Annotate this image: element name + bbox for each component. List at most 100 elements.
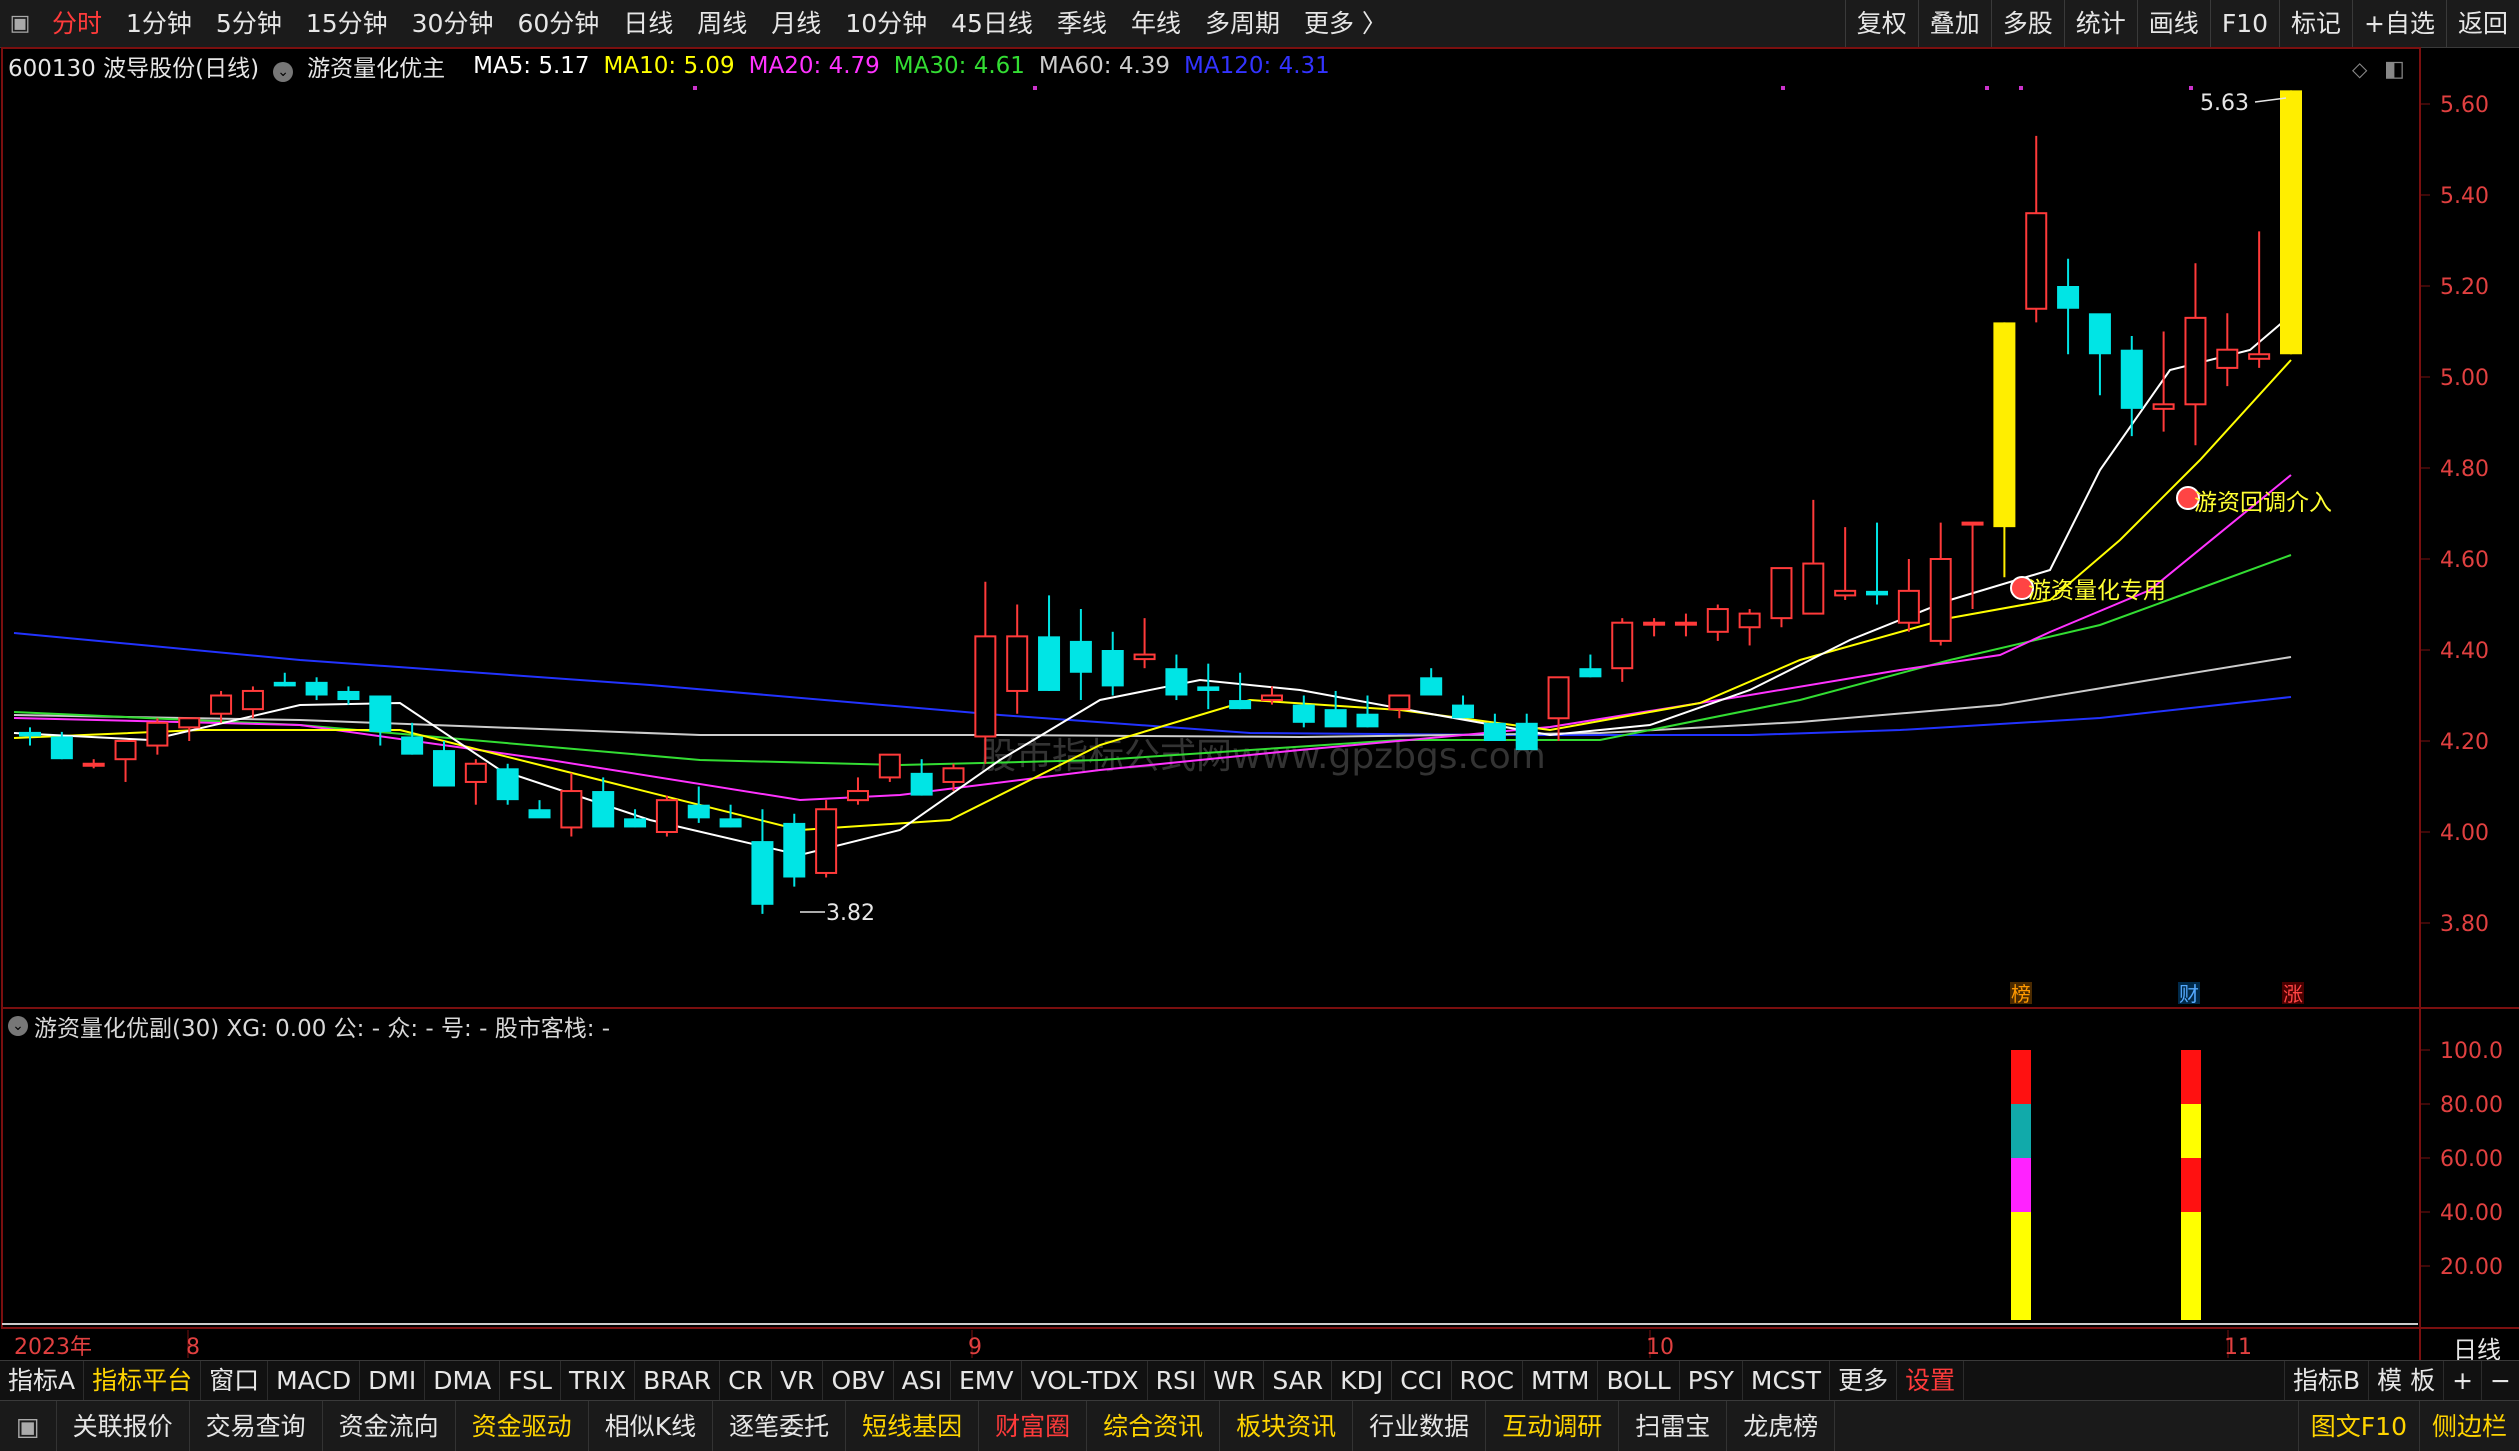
high-price-label: 5.63 xyxy=(2200,91,2249,116)
function-right-1[interactable]: 侧边栏 xyxy=(2418,1401,2519,1451)
sub-panel-frame xyxy=(1,1007,2421,1329)
candle-52 xyxy=(1674,613,1697,637)
function-button-13[interactable]: 龙虎榜 xyxy=(1727,1400,1836,1451)
indicator-right-1[interactable]: 模 板 xyxy=(2368,1361,2443,1401)
marker-rise[interactable]: 涨 xyxy=(2283,982,2303,1006)
indicator-right-3[interactable]: − xyxy=(2481,1361,2519,1401)
indicator-right-2[interactable]: + xyxy=(2443,1361,2481,1401)
svg-text:8: 8 xyxy=(186,1335,200,1360)
marker-finance[interactable]: 财 xyxy=(2179,982,2199,1006)
indicator-tab-7[interactable]: TRIX xyxy=(561,1360,636,1401)
indicator-tab-19[interactable]: CCI xyxy=(1392,1360,1452,1401)
candle-56 xyxy=(1802,499,1825,615)
indicator-tab-23[interactable]: PSY xyxy=(1680,1360,1743,1401)
candle-68 xyxy=(2184,263,2207,446)
sub-indicator-bars xyxy=(2,1050,2418,1325)
candle-14 xyxy=(464,759,487,805)
function-right-0[interactable]: 图文F10 xyxy=(2297,1401,2419,1451)
panel-toggle-icon[interactable]: ◧ xyxy=(2384,57,2405,82)
indicator-tab-16[interactable]: WR xyxy=(1205,1360,1265,1401)
price-tick-6: 4.40 xyxy=(2440,639,2489,664)
candle-69 xyxy=(2216,313,2239,387)
indicator-tab-12[interactable]: ASI xyxy=(894,1360,951,1401)
candlesticks xyxy=(19,90,2302,914)
candle-18 xyxy=(592,777,615,828)
candle-40 xyxy=(1292,695,1315,728)
function-button-4[interactable]: 相似K线 xyxy=(589,1400,714,1451)
ma120-line xyxy=(13,632,2292,736)
indicator-tab-6[interactable]: FSL xyxy=(500,1360,561,1401)
function-button-12[interactable]: 扫雷宝 xyxy=(1619,1400,1728,1451)
svg-text:9: 9 xyxy=(968,1335,982,1360)
marker-rank[interactable]: 榜 xyxy=(2011,982,2031,1006)
indicator-tab-2[interactable]: 窗口 xyxy=(201,1360,269,1401)
main-panel-frame xyxy=(1,47,2421,1009)
kline-chart[interactable]: 5.60 5.40 5.20 5.00 4.80 4.60 4.40 4.20 4.00 3.80… xyxy=(0,0,2519,1451)
candle-71 xyxy=(2280,90,2302,355)
indicator-tab-25[interactable]: 更多 xyxy=(1830,1360,1898,1401)
function-button-1[interactable]: 交易查询 xyxy=(190,1400,323,1451)
function-button-9[interactable]: 板块资讯 xyxy=(1220,1400,1354,1451)
indicator-tab-4[interactable]: DMI xyxy=(360,1360,426,1401)
sub-tick-0: 100.0 xyxy=(2440,1039,2503,1064)
candle-4 xyxy=(146,718,169,755)
diamond-icon[interactable]: ◇ xyxy=(2352,57,2368,81)
candle-58 xyxy=(1866,522,1889,605)
indicator-tab-21[interactable]: MTM xyxy=(1523,1360,1599,1401)
indicator-tabs: 指标A 指标平台 窗口 MACD DMI DMA FSL TRIX BRAR CR VR OBV ASI… xyxy=(0,1360,2519,1401)
candle-64 xyxy=(2057,258,2080,355)
function-button-7[interactable]: 财富圈 xyxy=(979,1400,1088,1451)
indicator-tab-10[interactable]: VR xyxy=(772,1360,824,1401)
indicator-tab-11[interactable]: OBV xyxy=(823,1360,894,1401)
function-button-10[interactable]: 行业数据 xyxy=(1353,1400,1487,1451)
function-button-5[interactable]: 逐笔委托 xyxy=(713,1400,847,1451)
indicator-tab-17[interactable]: SAR xyxy=(1264,1360,1333,1401)
svg-text:10: 10 xyxy=(1646,1335,1674,1360)
indicator-tab-15[interactable]: RSI xyxy=(1148,1360,1206,1401)
indicator-tab-22[interactable]: BOLL xyxy=(1598,1360,1680,1401)
indicator-tab-18[interactable]: KDJ xyxy=(1332,1360,1393,1401)
function-button-8[interactable]: 综合资讯 xyxy=(1087,1400,1221,1451)
candle-65 xyxy=(2088,313,2111,396)
candle-62 xyxy=(1993,322,2016,578)
candle-10 xyxy=(337,686,360,705)
expand-icon[interactable]: ▣ xyxy=(0,1400,57,1451)
candle-67 xyxy=(2152,331,2175,432)
candle-53 xyxy=(1706,604,1729,641)
function-button-2[interactable]: 资金流向 xyxy=(323,1400,456,1451)
candle-55 xyxy=(1770,567,1793,628)
indicator-tab-5[interactable]: DMA xyxy=(425,1360,501,1401)
function-button-3[interactable]: 资金驱动 xyxy=(456,1400,589,1451)
function-bar: ▣ 关联报价 交易查询 资金流向 资金驱动 相似K线 逐笔委托 短线基因 财富圈 综合资讯 板块资… xyxy=(0,1400,2519,1451)
indicator-tab-26[interactable]: 设置 xyxy=(1897,1360,1965,1401)
sub-tick-1: 80.00 xyxy=(2440,1093,2503,1118)
time-axis: 2023年 8 9 10 11 xyxy=(14,1330,2252,1360)
indicator-right-0[interactable]: 指标B xyxy=(2283,1361,2368,1401)
candle-2 xyxy=(82,759,105,769)
indicator-tab-24[interactable]: MCST xyxy=(1743,1360,1831,1401)
sub-tick-4: 20.00 xyxy=(2440,1255,2503,1280)
indicator-tab-20[interactable]: ROC xyxy=(1452,1360,1524,1401)
price-tick-0: 5.60 xyxy=(2440,93,2489,118)
price-tick-9: 3.80 xyxy=(2440,912,2489,937)
svg-text:11: 11 xyxy=(2224,1335,2252,1360)
candle-63 xyxy=(2025,135,2048,323)
candle-0 xyxy=(19,727,41,746)
indicator-tab-9[interactable]: CR xyxy=(720,1360,772,1401)
function-button-11[interactable]: 互动调研 xyxy=(1486,1400,1620,1451)
indicator-tab-1[interactable]: 指标平台 xyxy=(84,1360,202,1401)
candle-59 xyxy=(1897,559,1920,632)
chevron-down-icon[interactable]: ⌄ xyxy=(8,1016,28,1036)
indicator-tab-3[interactable]: MACD xyxy=(268,1360,361,1401)
indicator-tab-14[interactable]: VOL-TDX xyxy=(1022,1360,1148,1401)
candle-60 xyxy=(1929,522,1952,646)
function-button-6[interactable]: 短线基因 xyxy=(846,1400,980,1451)
candle-30 xyxy=(974,581,997,764)
candle-46 xyxy=(1483,713,1506,741)
indicator-tab-0[interactable]: 指标A xyxy=(0,1360,85,1401)
function-button-0[interactable]: 关联报价 xyxy=(57,1400,190,1451)
event-markers[interactable]: 榜 财 涨 xyxy=(2010,982,2304,1006)
indicator-tab-13[interactable]: EMV xyxy=(951,1360,1023,1401)
candle-51 xyxy=(1643,618,1666,637)
indicator-tab-8[interactable]: BRAR xyxy=(635,1360,721,1401)
